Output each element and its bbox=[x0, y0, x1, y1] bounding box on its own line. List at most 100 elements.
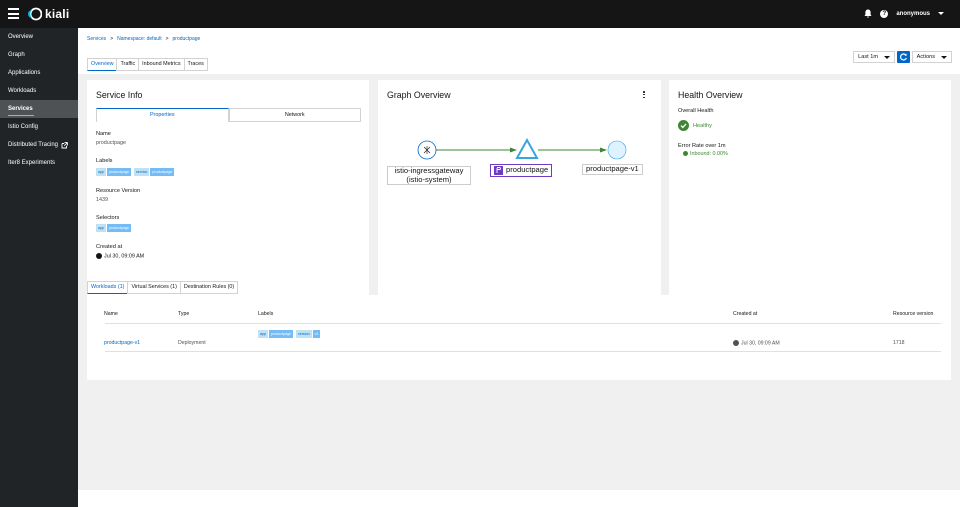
service-info-card: Service Info Properties Network Name pro… bbox=[87, 80, 369, 297]
service-badge-icon bbox=[494, 166, 503, 175]
gateway-node-namespace: (istio-system) bbox=[406, 174, 452, 184]
gateway-node-label: istio-ingressgateway (istio-system) bbox=[387, 166, 471, 185]
workload-labels: app productpage version v1 bbox=[258, 330, 321, 338]
user-menu-caret-icon[interactable] bbox=[938, 12, 944, 15]
page-header: Services > Namespace: default > productp… bbox=[78, 28, 960, 74]
kiali-logo[interactable]: kiali bbox=[28, 7, 69, 21]
sidebar-item-distributed-tracing[interactable]: Distributed Tracing bbox=[0, 136, 78, 154]
tab-traces[interactable]: Traces bbox=[183, 58, 208, 71]
breadcrumb: Services > Namespace: default > productp… bbox=[87, 36, 200, 42]
time-range-dropdown[interactable]: Last 1m bbox=[853, 51, 895, 63]
chevron-down-icon bbox=[884, 55, 890, 59]
resource-version-value: 1439 bbox=[96, 197, 108, 203]
kebab-menu-icon[interactable] bbox=[643, 91, 645, 99]
help-icon[interactable]: ? bbox=[880, 9, 889, 18]
tab-overview[interactable]: Overview bbox=[87, 58, 118, 71]
tab-traffic[interactable]: Traffic bbox=[116, 58, 140, 71]
bell-icon[interactable] bbox=[864, 9, 872, 18]
column-header-resource-version[interactable]: Resource version bbox=[893, 311, 933, 317]
breadcrumb-separator: > bbox=[165, 36, 169, 42]
overall-health-value: Healthy bbox=[693, 122, 712, 129]
kiali-logo-icon bbox=[28, 7, 42, 21]
sidebar-item-label: Workloads bbox=[8, 88, 37, 94]
topbar-right: ? anonymous bbox=[864, 9, 944, 18]
table-divider bbox=[105, 323, 941, 324]
label-value: productpage bbox=[107, 168, 131, 176]
hamburger-menu-icon[interactable] bbox=[8, 8, 19, 19]
refresh-button[interactable] bbox=[897, 51, 910, 63]
tab-workloads[interactable]: Workloads (1) bbox=[87, 281, 129, 294]
chevron-down-icon bbox=[941, 55, 947, 59]
breadcrumb-namespace[interactable]: Namespace: default bbox=[117, 36, 161, 42]
workload-created: Jul 30, 09:09 AM bbox=[733, 340, 780, 346]
sidebar-item-label: Distributed Tracing bbox=[8, 142, 59, 148]
service-info-tabs: Properties Network bbox=[96, 108, 361, 122]
column-header-labels[interactable]: Labels bbox=[258, 311, 273, 317]
tab-network[interactable]: Network bbox=[228, 108, 361, 122]
actions-dropdown[interactable]: Actions bbox=[911, 51, 952, 63]
resource-version-label: Resource Version bbox=[96, 188, 141, 194]
name-label: Name bbox=[96, 131, 111, 137]
sidebar-item-iter8[interactable]: Iter8 Experiments bbox=[0, 154, 78, 172]
sidebar-item-istio-config[interactable]: Istio Config bbox=[0, 118, 78, 136]
inbound-error-rate: Inbound: 0.00% bbox=[683, 151, 728, 157]
sidebar-item-label: Istio Config bbox=[8, 124, 39, 130]
health-overview-title: Health Overview bbox=[678, 90, 743, 100]
sidebar-item-workloads[interactable]: Workloads bbox=[0, 82, 78, 100]
tab-destination-rules[interactable]: Destination Rules (0) bbox=[179, 281, 239, 294]
column-header-type[interactable]: Type bbox=[178, 311, 189, 317]
column-header-created[interactable]: Created at bbox=[733, 311, 757, 317]
external-link-icon bbox=[61, 141, 68, 148]
workloads-table: Name Type Labels Created at Resource ver… bbox=[87, 295, 951, 380]
service-node-name: productpage bbox=[506, 165, 549, 175]
created-label: Created at bbox=[96, 244, 123, 250]
overall-health-label: Overall Health bbox=[678, 108, 714, 114]
sidebar-item-applications[interactable]: Applications bbox=[0, 64, 78, 82]
health-overview-card: Health Overview Overall Health Healthy E… bbox=[669, 80, 951, 297]
sidebar-item-label: Graph bbox=[8, 52, 25, 58]
workload-name-link[interactable]: productpage-v1 bbox=[104, 340, 140, 346]
sidebar-item-overview[interactable]: Overview bbox=[0, 28, 78, 46]
created-timestamp: Jul 30, 09:09 AM bbox=[104, 253, 145, 260]
sidebar-item-label: Services bbox=[8, 106, 33, 112]
tab-properties[interactable]: Properties bbox=[96, 108, 229, 122]
sidebar-item-label: Iter8 Experiments bbox=[8, 160, 56, 166]
workload-node[interactable] bbox=[607, 140, 627, 160]
time-range-value: Last 1m bbox=[858, 54, 878, 60]
service-node-label: productpage bbox=[490, 164, 553, 177]
workload-node-label: productpage-v1 bbox=[582, 164, 643, 175]
globe-icon bbox=[733, 340, 739, 346]
service-info-title: Service Info bbox=[96, 90, 143, 100]
workload-type: Deployment bbox=[178, 340, 206, 346]
tab-virtual-services[interactable]: Virtual Services (1) bbox=[127, 281, 181, 294]
label-value: productpage bbox=[269, 330, 293, 338]
created-value: Jul 30, 09:09 AM bbox=[96, 253, 144, 259]
edge-arrow bbox=[510, 147, 517, 153]
actions-label: Actions bbox=[916, 54, 935, 60]
sidebar-item-label: Overview bbox=[8, 34, 34, 40]
labels-list: app productpage service productpage bbox=[96, 168, 175, 176]
breadcrumb-services[interactable]: Services bbox=[87, 36, 106, 42]
edge-arrow bbox=[600, 147, 607, 153]
table-divider bbox=[105, 351, 941, 352]
name-value: productpage bbox=[96, 140, 126, 146]
brand-name: kiali bbox=[45, 7, 70, 21]
sidebar-item-services[interactable]: Services bbox=[0, 100, 78, 118]
overall-health-status: Healthy bbox=[678, 120, 712, 131]
sidebar-item-graph[interactable]: Graph bbox=[0, 46, 78, 64]
label-value: productpage bbox=[107, 224, 131, 232]
breadcrumb-separator: > bbox=[110, 36, 114, 42]
refresh-icon bbox=[900, 53, 907, 61]
selectors-list: app productpage bbox=[96, 224, 131, 232]
top-navbar: kiali ? anonymous bbox=[0, 0, 960, 28]
check-circle-icon bbox=[678, 120, 689, 131]
column-header-name[interactable]: Name bbox=[104, 311, 118, 317]
tab-inbound-metrics[interactable]: Inbound Metrics bbox=[138, 58, 185, 71]
inbound-error-rate-value: Inbound: 0.00% bbox=[690, 151, 728, 157]
label-value: v1 bbox=[312, 330, 321, 338]
workload-resource-version: 1718 bbox=[893, 340, 905, 346]
service-node[interactable] bbox=[515, 137, 539, 159]
user-name[interactable]: anonymous bbox=[896, 11, 930, 17]
main-content: Services > Namespace: default > productp… bbox=[78, 28, 960, 507]
sidebar: Overview Graph Applications Workloads Se… bbox=[0, 28, 78, 507]
